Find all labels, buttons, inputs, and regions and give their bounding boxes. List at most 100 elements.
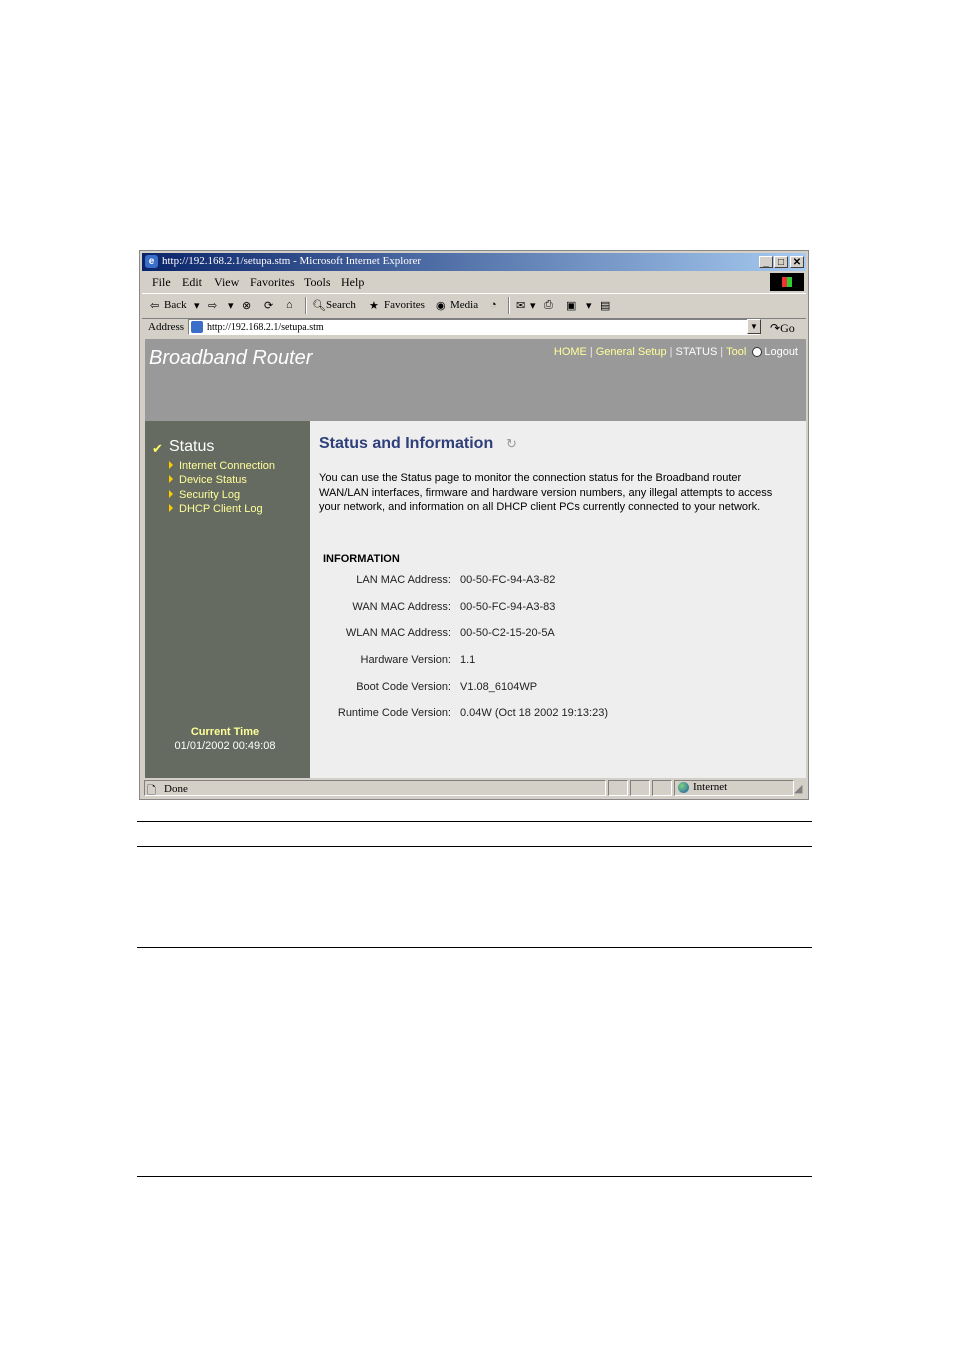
status-main: 🗋 Done xyxy=(144,780,606,797)
top-nav: HOME | General Setup | STATUS | Tool Logout xyxy=(553,346,798,358)
info-value: 0.04W (Oct 18 2002 19:13:23) xyxy=(460,707,608,719)
sidebar-title: Status xyxy=(169,438,215,455)
nav-tool[interactable]: Tool xyxy=(726,346,746,358)
status-bar: 🗋 Done Internet ◢ xyxy=(142,779,806,798)
status-cell xyxy=(608,780,628,796)
title-bar[interactable]: e http://192.168.2.1/setupa.stm - Micros… xyxy=(142,253,806,271)
toolbar: ⇦ Back ▾ ⇨ ▾ ⊗ ⟳ ⌂ 🔍︎ Search ★ Favorites… xyxy=(142,293,806,319)
info-row-wlan-mac: WLAN MAC Address: 00-50-C2-15-20-5A xyxy=(310,627,790,641)
nav-home[interactable]: HOME xyxy=(554,346,587,358)
menu-favorites[interactable]: Favorites xyxy=(250,275,295,290)
sidebar-item-device-status[interactable]: Device Status xyxy=(169,474,247,486)
arrow-right-icon xyxy=(169,504,173,512)
favorites-icon[interactable]: ★ xyxy=(369,299,379,312)
home-icon[interactable]: ⌂ xyxy=(286,299,293,311)
nav-status[interactable]: STATUS xyxy=(676,346,718,358)
menu-tools[interactable]: Tools xyxy=(304,275,331,290)
page-icon xyxy=(191,321,203,333)
ie-icon: e xyxy=(145,255,158,268)
edit-icon[interactable]: ▣ xyxy=(566,299,576,312)
print-icon[interactable]: ⎙ xyxy=(544,299,553,312)
menu-help[interactable]: Help xyxy=(341,275,364,290)
current-time-label: Current Time xyxy=(190,726,260,738)
sidebar-item-label: Device Status xyxy=(179,474,247,486)
address-label: Address xyxy=(148,321,185,333)
info-row-boot-code-version: Boot Code Version: V1.08_6104WP xyxy=(310,681,790,695)
status-text: Done xyxy=(164,783,188,795)
info-row-lan-mac: LAN MAC Address: 00-50-FC-94-A3-82 xyxy=(310,574,790,588)
address-bar: Address http://192.168.2.1/setupa.stm ▼ … xyxy=(142,317,806,338)
checkmark-icon: ✔ xyxy=(152,441,163,456)
go-button[interactable]: ↷Go xyxy=(770,321,795,336)
intro-text: You can use the Status page to monitor t… xyxy=(319,472,773,513)
globe-icon xyxy=(678,781,689,793)
forward-arrow-icon[interactable]: ⇨ xyxy=(208,299,217,312)
brand-title: Broadband Router xyxy=(149,347,313,369)
sidebar-item-internet-connection[interactable]: Internet Connection xyxy=(169,460,275,472)
info-label: WAN MAC Address: xyxy=(352,601,451,613)
info-label: Boot Code Version: xyxy=(356,681,451,693)
search-icon[interactable]: 🔍︎ xyxy=(312,299,326,312)
sidebar-item-label: Security Log xyxy=(179,489,241,501)
menu-edit[interactable]: Edit xyxy=(182,275,202,290)
maximize-button[interactable]: □ xyxy=(774,256,788,268)
go-label: Go xyxy=(780,321,795,335)
forward-dropdown-icon[interactable]: ▾ xyxy=(228,299,234,312)
media-button[interactable]: Media xyxy=(450,299,478,311)
help-icon[interactable]: ↻ xyxy=(506,436,520,451)
document-rule xyxy=(137,947,812,948)
zone-text: Internet xyxy=(693,781,728,793)
current-time-value: 01/01/2002 00:49:08 xyxy=(174,740,276,752)
menu-bar: File Edit View Favorites Tools Help xyxy=(142,272,806,292)
logout-radio-icon[interactable] xyxy=(752,347,763,358)
sidebar-item-dhcp-client-log[interactable]: DHCP Client Log xyxy=(169,503,263,515)
info-value: 00-50-FC-94-A3-83 xyxy=(460,601,556,613)
favorites-button[interactable]: Favorites xyxy=(384,299,425,311)
info-value: V1.08_6104WP xyxy=(460,681,538,693)
sidebar: ✔ Status Internet Connection Device Stat… xyxy=(145,421,310,778)
go-arrow-icon: ↷ xyxy=(770,321,781,335)
status-zone: Internet xyxy=(674,780,794,796)
info-label: LAN MAC Address: xyxy=(356,574,451,586)
minimize-button[interactable]: _ xyxy=(759,256,773,268)
info-label: Runtime Code Version: xyxy=(337,707,451,719)
history-icon[interactable]: ◔ xyxy=(490,299,497,311)
resize-grip-icon[interactable]: ◢ xyxy=(794,782,802,795)
discuss-icon[interactable]: ▤ xyxy=(600,299,610,312)
router-header: Broadband Router HOME | General Setup | STAT… xyxy=(145,339,806,421)
mail-icon[interactable]: ✉ xyxy=(516,299,525,312)
info-label: Hardware Version: xyxy=(360,654,452,666)
back-button[interactable]: Back xyxy=(164,299,187,311)
info-heading: INFORMATION xyxy=(323,553,400,565)
status-cell xyxy=(652,780,672,796)
browser-window: e http://192.168.2.1/setupa.stm - Micros… xyxy=(139,250,809,800)
back-dropdown-icon[interactable]: ▾ xyxy=(194,299,200,312)
nav-logout[interactable]: Logout xyxy=(764,346,798,358)
stop-icon[interactable]: ⊗ xyxy=(242,299,251,312)
web-page: Broadband Router HOME | General Setup | STAT… xyxy=(145,339,806,778)
status-page-icon: 🗋 xyxy=(147,785,156,797)
media-icon[interactable]: ◉ xyxy=(436,299,446,312)
arrow-right-icon xyxy=(169,461,173,469)
search-button[interactable]: Search xyxy=(326,299,356,311)
menu-file[interactable]: File xyxy=(152,275,171,290)
arrow-right-icon xyxy=(169,490,173,498)
info-row-wan-mac: WAN MAC Address: 00-50-FC-94-A3-83 xyxy=(310,601,790,615)
sidebar-item-security-log[interactable]: Security Log xyxy=(169,489,240,501)
info-row-hardware-version: Hardware Version: 1.1 xyxy=(310,654,790,668)
info-value: 00-50-C2-15-20-5A xyxy=(460,627,555,639)
window-title: http://192.168.2.1/setupa.stm - Microsof… xyxy=(162,255,422,267)
windows-flag-icon xyxy=(782,277,792,287)
mail-dropdown-icon[interactable]: ▾ xyxy=(530,299,536,312)
page-title: Status and Information xyxy=(319,435,494,452)
address-input[interactable]: http://192.168.2.1/setupa.stm xyxy=(188,319,760,335)
edit-dropdown-icon[interactable]: ▾ xyxy=(586,299,592,312)
info-row-runtime-code-version: Runtime Code Version: 0.04W (Oct 18 2002 … xyxy=(310,707,790,721)
address-dropdown-icon[interactable]: ▼ xyxy=(747,319,761,334)
back-arrow-icon[interactable]: ⇦ xyxy=(150,299,159,312)
nav-general-setup[interactable]: General Setup xyxy=(596,346,667,358)
info-value: 00-50-FC-94-A3-82 xyxy=(460,574,556,586)
close-button[interactable]: ✕ xyxy=(790,256,804,268)
menu-view[interactable]: View xyxy=(214,275,239,290)
refresh-icon[interactable]: ⟳ xyxy=(264,299,273,312)
